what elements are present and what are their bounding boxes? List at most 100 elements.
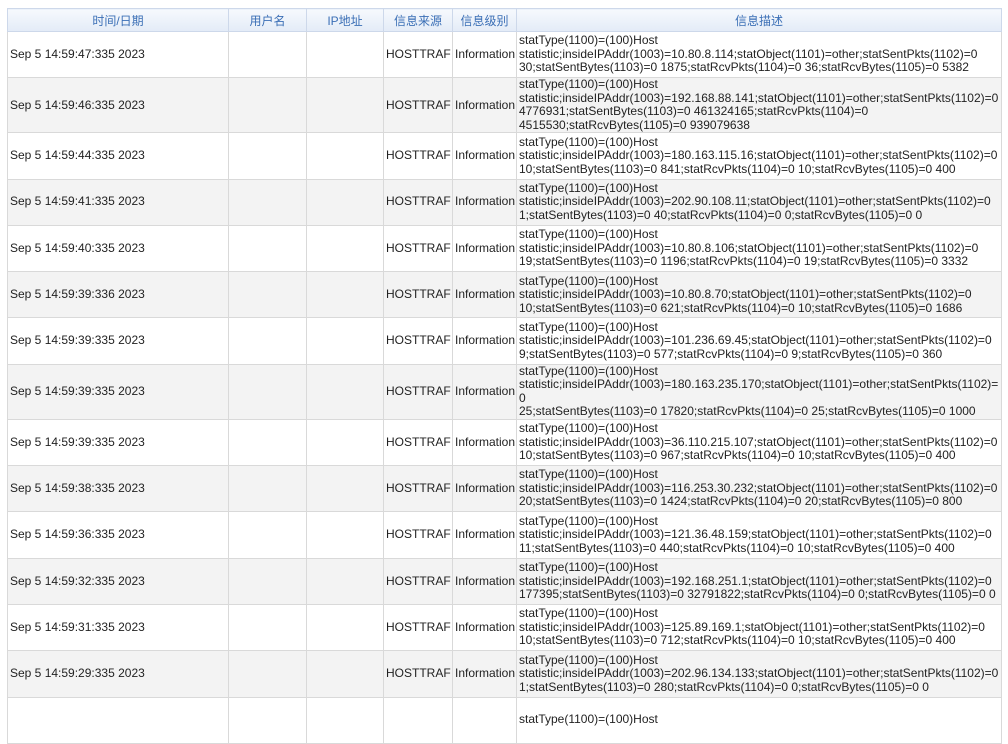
cell-ip-address <box>306 603 384 652</box>
table-body: Sep 5 14:59:47:335 2023 HOSTTRAF Informati… <box>7 30 1002 744</box>
log-table: 时间/日期 用户名 IP地址 信息来源 信息级别 信息描述 Sep 5 14:5… <box>7 8 1002 744</box>
cell-username <box>228 418 307 467</box>
cell-ip-address <box>306 418 384 467</box>
cell-datetime: Sep 5 14:59:46:335 2023 <box>7 77 229 134</box>
cell-source <box>383 696 453 744</box>
cell-datetime: Sep 5 14:59:31:335 2023 <box>7 603 229 652</box>
cell-level <box>452 696 517 744</box>
cell-ip-address <box>306 696 384 744</box>
cell-source: HOSTTRAF <box>383 603 453 652</box>
table-row[interactable]: Sep 5 14:59:29:335 2023 HOSTTRAF Informati… <box>7 650 1002 698</box>
table-row[interactable]: Sep 5 14:59:39:335 2023 HOSTTRAF Informati… <box>7 317 1002 365</box>
table-row[interactable]: Sep 5 14:59:39:336 2023 HOSTTRAF Informati… <box>7 271 1002 319</box>
cell-description: statType(1100)=(100)Host statistic;insid… <box>516 465 1002 513</box>
cell-source: HOSTTRAF <box>383 511 453 559</box>
cell-level: Information <box>452 511 517 559</box>
column-header-description[interactable]: 信息描述 <box>516 8 1002 32</box>
column-header-username[interactable]: 用户名 <box>228 8 307 32</box>
cell-username <box>228 178 307 226</box>
cell-source: HOSTTRAF <box>383 465 453 513</box>
cell-datetime <box>7 696 229 744</box>
column-header-datetime[interactable]: 时间/日期 <box>7 8 229 32</box>
cell-description: statType(1100)=(100)Host statistic;insid… <box>516 603 1002 652</box>
cell-source: HOSTTRAF <box>383 271 453 319</box>
cell-ip-address <box>306 363 384 420</box>
cell-username <box>228 77 307 134</box>
cell-ip-address <box>306 511 384 559</box>
cell-source: HOSTTRAF <box>383 30 453 79</box>
cell-description: statType(1100)=(100)Host statistic;insid… <box>516 271 1002 319</box>
table-row[interactable]: Sep 5 14:59:46:335 2023 HOSTTRAF Informati… <box>7 77 1002 134</box>
column-header-source[interactable]: 信息来源 <box>383 8 453 32</box>
cell-description: statType(1100)=(100)Host statistic;insid… <box>516 511 1002 559</box>
table-header: 时间/日期 用户名 IP地址 信息来源 信息级别 信息描述 <box>7 8 1002 32</box>
cell-level: Information <box>452 132 517 180</box>
cell-ip-address <box>306 650 384 698</box>
table-row[interactable]: Sep 5 14:59:40:335 2023 HOSTTRAF Informati… <box>7 224 1002 273</box>
cell-username <box>228 363 307 420</box>
cell-source: HOSTTRAF <box>383 557 453 605</box>
cell-datetime: Sep 5 14:59:39:335 2023 <box>7 317 229 365</box>
cell-description: statType(1100)=(100)Host <box>516 696 1002 744</box>
cell-datetime: Sep 5 14:59:39:335 2023 <box>7 363 229 420</box>
cell-description: statType(1100)=(100)Host statistic;insid… <box>516 650 1002 698</box>
cell-username <box>228 696 307 744</box>
cell-level: Information <box>452 650 517 698</box>
cell-username <box>228 511 307 559</box>
cell-level: Information <box>452 224 517 273</box>
cell-source: HOSTTRAF <box>383 224 453 273</box>
cell-datetime: Sep 5 14:59:39:335 2023 <box>7 418 229 467</box>
cell-ip-address <box>306 30 384 79</box>
table-row[interactable]: Sep 5 14:59:31:335 2023 HOSTTRAF Informati… <box>7 603 1002 652</box>
cell-ip-address <box>306 77 384 134</box>
cell-description: statType(1100)=(100)Host statistic;insid… <box>516 557 1002 605</box>
table-row[interactable]: Sep 5 14:59:38:335 2023 HOSTTRAF Informati… <box>7 465 1002 513</box>
column-header-level[interactable]: 信息级别 <box>452 8 517 32</box>
table-row[interactable]: Sep 5 14:59:41:335 2023 HOSTTRAF Informati… <box>7 178 1002 226</box>
header-row: 时间/日期 用户名 IP地址 信息来源 信息级别 信息描述 <box>7 8 1002 32</box>
cell-description: statType(1100)=(100)Host statistic;insid… <box>516 363 1002 420</box>
cell-username <box>228 465 307 513</box>
cell-datetime: Sep 5 14:59:39:336 2023 <box>7 271 229 319</box>
cell-ip-address <box>306 465 384 513</box>
table-row[interactable]: Sep 5 14:59:36:335 2023 HOSTTRAF Informati… <box>7 511 1002 559</box>
cell-datetime: Sep 5 14:59:29:335 2023 <box>7 650 229 698</box>
cell-description: statType(1100)=(100)Host statistic;insid… <box>516 224 1002 273</box>
cell-username <box>228 132 307 180</box>
table-row[interactable]: Sep 5 14:59:39:335 2023 HOSTTRAF Informati… <box>7 418 1002 467</box>
cell-description: statType(1100)=(100)Host statistic;insid… <box>516 178 1002 226</box>
cell-source: HOSTTRAF <box>383 178 453 226</box>
cell-ip-address <box>306 224 384 273</box>
table-row[interactable]: Sep 5 14:59:39:335 2023 HOSTTRAF Informati… <box>7 363 1002 420</box>
cell-ip-address <box>306 271 384 319</box>
cell-description: statType(1100)=(100)Host statistic;insid… <box>516 418 1002 467</box>
cell-ip-address <box>306 132 384 180</box>
cell-datetime: Sep 5 14:59:47:335 2023 <box>7 30 229 79</box>
cell-datetime: Sep 5 14:59:41:335 2023 <box>7 178 229 226</box>
cell-source: HOSTTRAF <box>383 418 453 467</box>
cell-username <box>228 30 307 79</box>
cell-source: HOSTTRAF <box>383 650 453 698</box>
cell-description: statType(1100)=(100)Host statistic;insid… <box>516 317 1002 365</box>
cell-level: Information <box>452 418 517 467</box>
cell-ip-address <box>306 557 384 605</box>
cell-level: Information <box>452 30 517 79</box>
cell-description: statType(1100)=(100)Host statistic;insid… <box>516 30 1002 79</box>
cell-description: statType(1100)=(100)Host statistic;insid… <box>516 77 1002 134</box>
cell-ip-address <box>306 317 384 365</box>
table-row[interactable]: statType(1100)=(100)Host <box>7 696 1002 744</box>
cell-level: Information <box>452 317 517 365</box>
cell-level: Information <box>452 77 517 134</box>
cell-datetime: Sep 5 14:59:38:335 2023 <box>7 465 229 513</box>
cell-description: statType(1100)=(100)Host statistic;insid… <box>516 132 1002 180</box>
column-header-ip-address[interactable]: IP地址 <box>306 8 384 32</box>
table-row[interactable]: Sep 5 14:59:32:335 2023 HOSTTRAF Informati… <box>7 557 1002 605</box>
table-row[interactable]: Sep 5 14:59:44:335 2023 HOSTTRAF Informati… <box>7 132 1002 180</box>
cell-username <box>228 557 307 605</box>
cell-source: HOSTTRAF <box>383 77 453 134</box>
cell-source: HOSTTRAF <box>383 317 453 365</box>
table-row[interactable]: Sep 5 14:59:47:335 2023 HOSTTRAF Informati… <box>7 30 1002 79</box>
cell-datetime: Sep 5 14:59:44:335 2023 <box>7 132 229 180</box>
cell-username <box>228 650 307 698</box>
cell-level: Information <box>452 178 517 226</box>
